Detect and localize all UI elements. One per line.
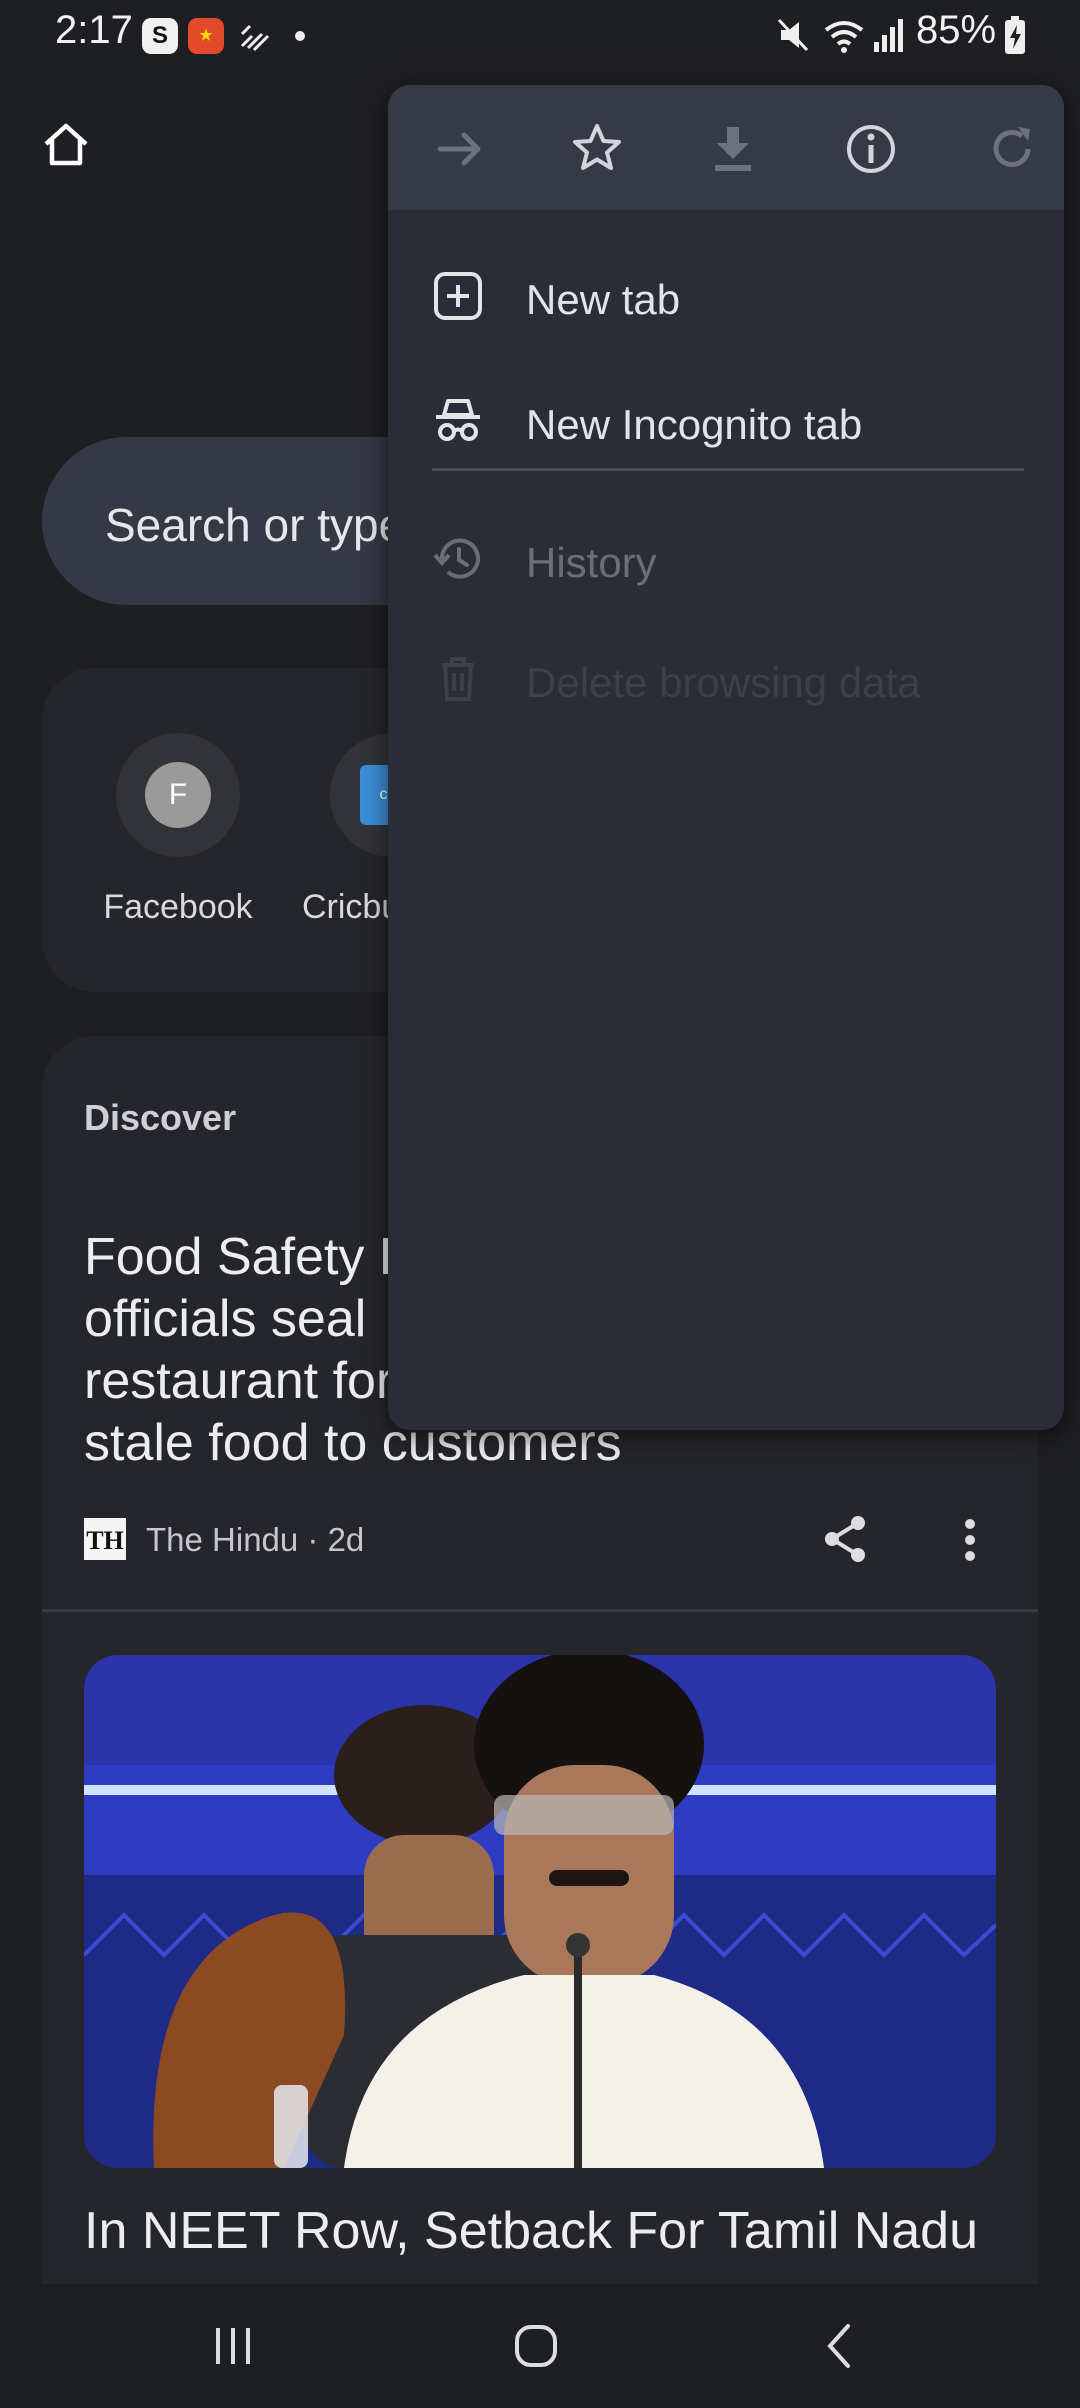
more-options-icon[interactable]	[950, 1516, 990, 1564]
bookmark-star-button[interactable]	[569, 121, 625, 177]
menu-item-new-tab[interactable]: New tab	[388, 236, 1064, 356]
menu-item-history[interactable]: History	[388, 499, 1064, 619]
history-icon	[433, 538, 480, 579]
system-nav-bar	[0, 2284, 1080, 2408]
menu-item-label: New Incognito tab	[526, 401, 863, 448]
menu-item-new-incognito-tab[interactable]: New Incognito tab	[388, 361, 1064, 481]
home-button[interactable]	[40, 118, 92, 170]
article-headline-2[interactable]: In NEET Row, Setback For Tamil Nadu	[84, 2200, 1014, 2262]
menu-item-delete-browsing-data[interactable]: Delete browsing data	[388, 619, 1064, 739]
menu-divider	[432, 468, 1024, 471]
recent-apps-icon[interactable]	[210, 2324, 256, 2368]
battery-charging-icon	[1005, 16, 1025, 54]
incognito-icon	[436, 399, 480, 441]
nav-home-icon[interactable]	[512, 2322, 560, 2370]
shortcut-label-cricbuzz: Cricbu	[302, 888, 401, 926]
shortcut-icon-facebook: F	[116, 733, 240, 857]
facebook-initial-icon: F	[145, 762, 211, 828]
article-image[interactable]	[84, 1655, 996, 2168]
menu-item-label: New tab	[526, 276, 681, 323]
app-notification-icon: ★	[188, 18, 224, 54]
battery-percentage: 85%	[916, 8, 997, 52]
shortcut-facebook[interactable]: F	[116, 733, 240, 857]
search-placeholder: Search or type	[105, 499, 405, 551]
wifi-icon	[824, 21, 864, 53]
refresh-button[interactable]	[984, 121, 1040, 177]
article-source: The Hindu · 2d	[146, 1521, 365, 1558]
back-icon[interactable]	[820, 2322, 860, 2370]
tasks-notification-icon	[240, 24, 270, 52]
s-app-notification-icon: S	[142, 18, 178, 54]
discover-title: Discover	[84, 1097, 237, 1138]
status-bar: 2:17 S ★ 85%	[0, 0, 1080, 72]
menu-item-label: Delete browsing data	[526, 659, 921, 706]
status-time: 2:17	[55, 8, 133, 52]
shortcut-label-facebook: Facebook	[103, 888, 253, 926]
the-hindu-logo-icon: TH	[84, 1518, 126, 1560]
download-button[interactable]	[705, 121, 761, 177]
add-box-icon	[434, 272, 482, 320]
share-icon[interactable]	[822, 1513, 870, 1565]
signal-icon	[874, 19, 903, 52]
page-info-button[interactable]	[843, 121, 899, 177]
forward-button[interactable]	[432, 121, 488, 177]
more-notifications-dot-icon	[295, 31, 305, 41]
mute-icon	[777, 18, 809, 52]
trash-icon	[442, 657, 474, 701]
overflow-menu: New tab New Incognito tab History Delete…	[388, 85, 1064, 1430]
menu-item-label: History	[526, 539, 657, 586]
card-divider	[42, 1609, 1038, 1612]
menu-toolbar	[388, 85, 1064, 210]
